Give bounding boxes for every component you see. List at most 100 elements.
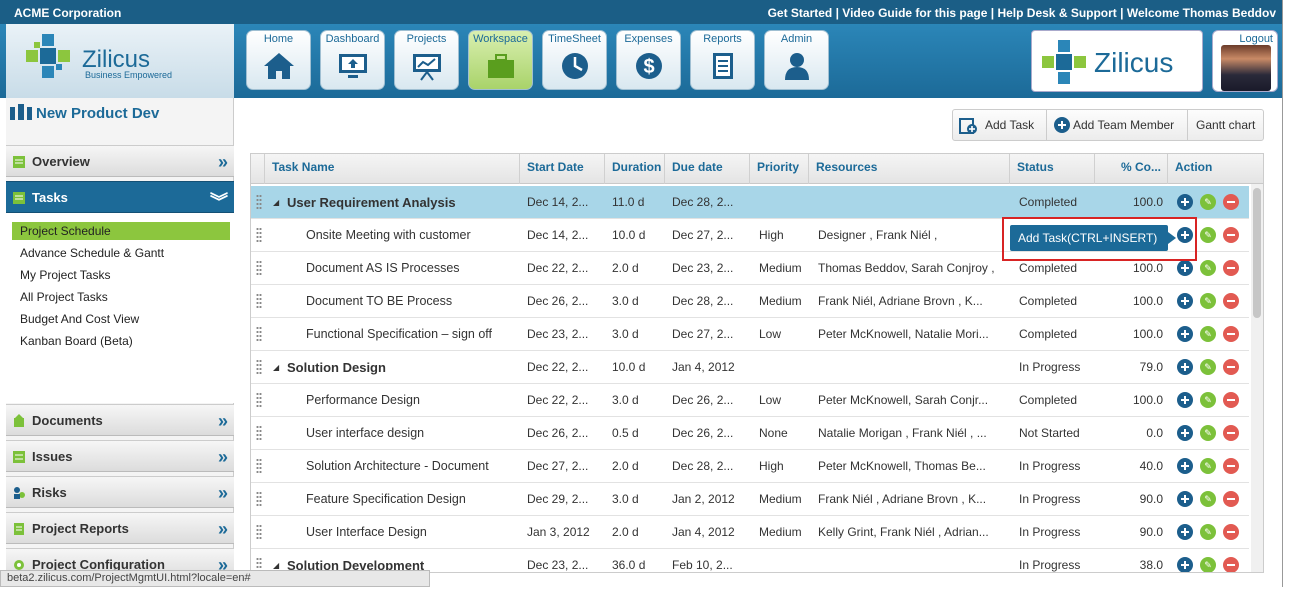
task-name[interactable]: Solution Design bbox=[287, 360, 516, 375]
table-row[interactable]: Solution Architecture - Document Dec 27, … bbox=[251, 450, 1249, 483]
nav-projects[interactable]: Projects bbox=[394, 30, 459, 90]
nav-expenses[interactable]: Expenses $ bbox=[616, 30, 681, 90]
drag-handle-icon[interactable] bbox=[256, 326, 262, 342]
col-status[interactable]: Status bbox=[1011, 154, 1095, 184]
nav-reports[interactable]: Reports bbox=[690, 30, 755, 90]
delete-task-icon[interactable] bbox=[1223, 557, 1239, 572]
col-priority[interactable]: Priority bbox=[751, 154, 809, 184]
add-subtask-icon[interactable] bbox=[1177, 293, 1193, 309]
drag-handle-icon[interactable] bbox=[256, 458, 262, 474]
add-subtask-icon[interactable] bbox=[1177, 491, 1193, 507]
task-name[interactable]: Onsite Meeting with customer bbox=[306, 228, 516, 242]
nav-workspace[interactable]: Workspace bbox=[468, 30, 533, 90]
add-subtask-icon[interactable] bbox=[1177, 260, 1193, 276]
task-name[interactable]: User Interface Design bbox=[306, 525, 516, 539]
collapse-triangle-icon[interactable]: ◢ bbox=[273, 198, 279, 207]
col-resources[interactable]: Resources bbox=[810, 154, 1010, 184]
delete-task-icon[interactable] bbox=[1223, 491, 1239, 507]
edit-task-icon[interactable]: ✎ bbox=[1200, 194, 1216, 210]
brand-logo[interactable]: Zilicus Business Empowered bbox=[6, 24, 234, 98]
grid-scrollbar[interactable] bbox=[1251, 184, 1263, 572]
task-name[interactable]: User Requirement Analysis bbox=[287, 195, 516, 210]
sidebar-section-documents[interactable]: Documents » bbox=[6, 404, 234, 436]
edit-task-icon[interactable]: ✎ bbox=[1200, 392, 1216, 408]
welcome-user[interactable]: Welcome Thomas Beddov bbox=[1127, 6, 1276, 20]
nav-timesheet[interactable]: TimeSheet bbox=[542, 30, 607, 90]
scrollbar-thumb[interactable] bbox=[1253, 188, 1261, 318]
group-row[interactable]: ◢ Solution Design Dec 22, 2... 10.0 d Jan 4,… bbox=[251, 351, 1249, 384]
video-guide-link[interactable]: Video Guide for this page bbox=[842, 6, 987, 20]
drag-handle-icon[interactable] bbox=[256, 491, 262, 507]
gantt-chart-button[interactable]: Gantt chart bbox=[1188, 110, 1264, 140]
drag-handle-icon[interactable] bbox=[256, 425, 262, 441]
nav-admin[interactable]: Admin bbox=[764, 30, 829, 90]
sidebar-item-advance-schedule[interactable]: Advance Schedule & Gantt bbox=[12, 244, 230, 262]
task-name[interactable]: Feature Specification Design bbox=[306, 492, 516, 506]
group-row[interactable]: ◢ User Requirement Analysis Dec 14, 2... 11… bbox=[251, 186, 1249, 219]
edit-task-icon[interactable]: ✎ bbox=[1200, 293, 1216, 309]
project-title[interactable]: New Product Dev bbox=[10, 104, 159, 122]
collapse-triangle-icon[interactable]: ◢ bbox=[273, 363, 279, 372]
task-name[interactable]: Document TO BE Process bbox=[306, 294, 516, 308]
sidebar-section-issues[interactable]: Issues » bbox=[6, 440, 234, 472]
col-task-name[interactable]: Task Name bbox=[266, 154, 520, 184]
avatar[interactable] bbox=[1221, 45, 1271, 91]
logout-link[interactable]: Logout bbox=[1239, 33, 1273, 45]
delete-task-icon[interactable] bbox=[1223, 227, 1239, 243]
sidebar-item-kanban[interactable]: Kanban Board (Beta) bbox=[12, 332, 230, 350]
task-name[interactable]: Performance Design bbox=[306, 393, 516, 407]
task-name[interactable]: Solution Architecture - Document bbox=[306, 459, 516, 473]
table-row[interactable]: Document TO BE Process Dec 26, 2... 3.0 d D… bbox=[251, 285, 1249, 318]
add-subtask-icon[interactable] bbox=[1177, 359, 1193, 375]
sidebar-section-risks[interactable]: Risks » bbox=[6, 476, 234, 508]
table-row[interactable]: Performance Design Dec 22, 2... 3.0 d Dec 2… bbox=[251, 384, 1249, 417]
delete-task-icon[interactable] bbox=[1223, 524, 1239, 540]
add-subtask-icon[interactable] bbox=[1177, 557, 1193, 572]
delete-task-icon[interactable] bbox=[1223, 194, 1239, 210]
drag-handle-icon[interactable] bbox=[256, 392, 262, 408]
sidebar-item-my-project-tasks[interactable]: My Project Tasks bbox=[12, 266, 230, 284]
delete-task-icon[interactable] bbox=[1223, 392, 1239, 408]
nav-dashboard[interactable]: Dashboard bbox=[320, 30, 385, 90]
sidebar-item-all-project-tasks[interactable]: All Project Tasks bbox=[12, 288, 230, 306]
sidebar-section-project-reports[interactable]: Project Reports » bbox=[6, 512, 234, 544]
nav-home[interactable]: Home bbox=[246, 30, 311, 90]
delete-task-icon[interactable] bbox=[1223, 359, 1239, 375]
edit-task-icon[interactable]: ✎ bbox=[1200, 260, 1216, 276]
add-subtask-icon[interactable] bbox=[1177, 392, 1193, 408]
sidebar-item-budget-cost[interactable]: Budget And Cost View bbox=[12, 310, 230, 328]
delete-task-icon[interactable] bbox=[1223, 260, 1239, 276]
add-task-button[interactable]: Add Task bbox=[953, 110, 1047, 140]
drag-handle-icon[interactable] bbox=[256, 524, 262, 540]
drag-handle-icon[interactable] bbox=[256, 194, 262, 210]
get-started-link[interactable]: Get Started bbox=[768, 6, 833, 20]
col-due-date[interactable]: Due date bbox=[666, 154, 750, 184]
task-name[interactable]: Functional Specification – sign off bbox=[306, 327, 516, 341]
delete-task-icon[interactable] bbox=[1223, 458, 1239, 474]
delete-task-icon[interactable] bbox=[1223, 425, 1239, 441]
edit-task-icon[interactable]: ✎ bbox=[1200, 425, 1216, 441]
task-name[interactable]: User interface design bbox=[306, 426, 516, 440]
edit-task-icon[interactable]: ✎ bbox=[1200, 491, 1216, 507]
table-row[interactable]: Functional Specification – sign off Dec 2… bbox=[251, 318, 1249, 351]
add-subtask-icon[interactable] bbox=[1177, 425, 1193, 441]
delete-task-icon[interactable] bbox=[1223, 293, 1239, 309]
table-row[interactable]: User interface design Dec 26, 2... 0.5 d De… bbox=[251, 417, 1249, 450]
table-row[interactable]: Feature Specification Design Dec 29, 2...… bbox=[251, 483, 1249, 516]
add-subtask-icon[interactable] bbox=[1177, 326, 1193, 342]
delete-task-icon[interactable] bbox=[1223, 326, 1239, 342]
collapse-triangle-icon[interactable]: ◢ bbox=[273, 561, 279, 570]
sidebar-item-project-schedule[interactable]: Project Schedule bbox=[12, 222, 230, 240]
sidebar-section-tasks[interactable]: Tasks ︾ bbox=[6, 181, 234, 213]
drag-handle-icon[interactable] bbox=[256, 293, 262, 309]
table-row[interactable]: User Interface Design Jan 3, 2012 2.0 d Jan… bbox=[251, 516, 1249, 549]
edit-task-icon[interactable]: ✎ bbox=[1200, 326, 1216, 342]
add-subtask-icon[interactable] bbox=[1177, 524, 1193, 540]
col-start-date[interactable]: Start Date bbox=[521, 154, 605, 184]
edit-task-icon[interactable]: ✎ bbox=[1200, 359, 1216, 375]
add-subtask-icon[interactable] bbox=[1177, 194, 1193, 210]
edit-task-icon[interactable]: ✎ bbox=[1200, 524, 1216, 540]
help-desk-link[interactable]: Help Desk & Support bbox=[997, 6, 1116, 20]
add-subtask-icon[interactable] bbox=[1177, 458, 1193, 474]
sidebar-section-overview[interactable]: Overview » bbox=[6, 145, 234, 177]
